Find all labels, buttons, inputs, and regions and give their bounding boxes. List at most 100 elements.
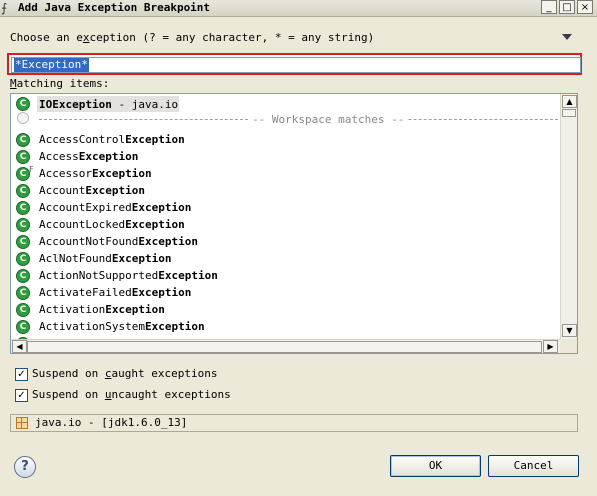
separator-label: Workspace matches <box>271 113 385 126</box>
view-menu-icon[interactable] <box>562 34 572 40</box>
list-item[interactable]: C AccountException <box>11 183 560 200</box>
list-item[interactable]: C AccountNotFoundException <box>11 234 560 251</box>
list-item-label: AccessorException <box>39 167 152 180</box>
filter-prompt-label: Choose an exception (? = any character, … <box>10 31 375 44</box>
list-item-prefix: ActivationSystem <box>39 320 145 333</box>
history-row[interactable]: C IOException - java.io <box>11 95 560 112</box>
scroll-down-button[interactable]: ▼ <box>562 324 577 337</box>
history-item-package: - java.io <box>111 98 179 111</box>
list-item-prefix: AccountLocked <box>39 218 126 231</box>
suspend-caught-label: Suspend on caught exceptions <box>32 367 218 380</box>
list-item-match: Exception <box>111 252 172 265</box>
list-item-label: ActivationException <box>39 303 165 316</box>
class-icon: C <box>16 184 30 198</box>
separator-icon <box>17 112 29 124</box>
scrollbar-corner <box>560 339 577 353</box>
eclipse-window-icon: ⨍ <box>1 1 8 15</box>
list-item-label: ActivationSystemException <box>39 320 205 333</box>
list-item-label: AclNotFoundException <box>39 252 171 265</box>
list-item-prefix: AccountNotFound <box>39 235 139 248</box>
horizontal-scrollbar[interactable]: ◀ ▶ <box>11 339 560 353</box>
list-item[interactable]: C AccessException <box>11 149 560 166</box>
class-icon: C <box>16 235 30 249</box>
filter-field-frame: *Exception* <box>7 53 582 75</box>
class-icon: C <box>16 303 30 317</box>
class-icon: C <box>16 252 30 266</box>
minimize-button[interactable]: _ <box>541 0 557 14</box>
list-item[interactable]: C AccountLockedException <box>11 217 560 234</box>
matching-items-label: Matching items: <box>10 77 110 90</box>
suspend-uncaught-label: Suspend on uncaught exceptions <box>32 388 231 401</box>
list-item-match: Exception <box>125 133 185 146</box>
list-item-match: Exception <box>131 286 192 299</box>
list-item-prefix: AclNotFound <box>39 252 112 265</box>
suspend-uncaught-checkbox[interactable]: ✓ <box>15 389 28 402</box>
list-item-match: Exception <box>138 235 198 248</box>
list-content: C IOException - java.io -- Workspace mat… <box>11 94 560 339</box>
vertical-scrollbar[interactable]: ▲ ▼ <box>560 94 577 339</box>
class-icon: C <box>16 201 30 215</box>
package-icon <box>16 417 28 429</box>
class-icon: C <box>16 150 30 164</box>
list-item-prefix: AccessControl <box>39 133 126 146</box>
filter-input-value: *Exception* <box>14 58 89 72</box>
scroll-right-button[interactable]: ▶ <box>543 340 558 353</box>
list-item-label: AccountNotFoundException <box>39 235 198 248</box>
list-item-prefix: ActivateFailed <box>39 286 132 299</box>
class-icon: C <box>16 269 30 283</box>
list-item-match: Exception <box>85 184 145 197</box>
list-item[interactable]: C F AccessorException <box>11 165 560 183</box>
class-icon: C <box>16 97 30 111</box>
matching-items-list[interactable]: C IOException - java.io -- Workspace mat… <box>10 93 578 354</box>
list-item-label: AccountException <box>39 184 145 197</box>
list-item[interactable]: C ActionNotSupportedException <box>11 268 560 285</box>
list-item-label: AccessControlException <box>39 133 185 146</box>
list-item-match: Exception <box>158 269 218 282</box>
class-icon: C <box>16 286 30 300</box>
list-item-match: Exception <box>91 167 152 180</box>
list-item-match: Exception <box>105 303 165 316</box>
ok-button[interactable]: OK <box>390 455 481 477</box>
list-item-prefix: ActionNotSupported <box>39 269 159 282</box>
cancel-button[interactable]: Cancel <box>488 455 579 477</box>
list-item-prefix: Access <box>39 150 79 163</box>
vertical-scroll-thumb[interactable] <box>562 109 576 117</box>
history-item-bold: IOException <box>39 98 112 111</box>
list-item[interactable]: C AclNotFoundException <box>11 251 560 268</box>
title-bar: ⨍ Add Java Exception Breakpoint _ □ × <box>0 0 597 17</box>
list-item-label: ActionNotSupportedException <box>39 269 218 282</box>
list-item[interactable]: C ActivationException <box>11 302 560 319</box>
class-icon: C <box>16 167 30 181</box>
list-item-prefix: Accessor <box>39 167 92 180</box>
list-item-label: AccountExpiredException <box>39 201 191 214</box>
list-item[interactable]: C AccessControlException <box>11 132 560 149</box>
list-item-prefix: Account <box>39 184 86 197</box>
list-item-label: AccessException <box>39 150 138 163</box>
class-icon: C <box>16 320 30 334</box>
scroll-up-button[interactable]: ▲ <box>562 95 577 108</box>
suspend-caught-checkbox[interactable]: ✓ <box>15 368 28 381</box>
list-item[interactable]: C AccountExpiredException <box>11 200 560 217</box>
close-button[interactable]: × <box>577 0 593 14</box>
horizontal-scroll-thumb[interactable] <box>27 341 542 353</box>
list-item-match: Exception <box>131 201 192 214</box>
list-item-prefix: Activation <box>39 303 106 316</box>
window-title: Add Java Exception Breakpoint <box>18 1 211 14</box>
workspace-matches-separator: -- Workspace matches -- <box>249 113 408 126</box>
list-item-label: AccountLockedException <box>39 218 185 231</box>
separator-line-left <box>39 119 253 120</box>
final-overlay-icon: F <box>29 165 34 174</box>
class-icon: C <box>16 218 30 232</box>
list-item[interactable]: C ActivationSystemException <box>11 319 560 336</box>
status-text: java.io - [jdk1.6.0_13] <box>35 416 188 429</box>
maximize-button[interactable]: □ <box>559 0 575 14</box>
help-icon[interactable]: ? <box>14 456 36 478</box>
list-item-label: ActivateFailedException <box>39 286 191 299</box>
scroll-left-button[interactable]: ◀ <box>12 340 27 353</box>
list-item-match: Exception <box>125 218 185 231</box>
list-item-match: Exception <box>144 320 205 333</box>
status-line: java.io - [jdk1.6.0_13] <box>10 414 578 432</box>
list-item[interactable]: C ActivateFailedException <box>11 285 560 302</box>
filter-input[interactable]: *Exception* <box>11 57 581 73</box>
list-item-prefix: AccountExpired <box>39 201 132 214</box>
